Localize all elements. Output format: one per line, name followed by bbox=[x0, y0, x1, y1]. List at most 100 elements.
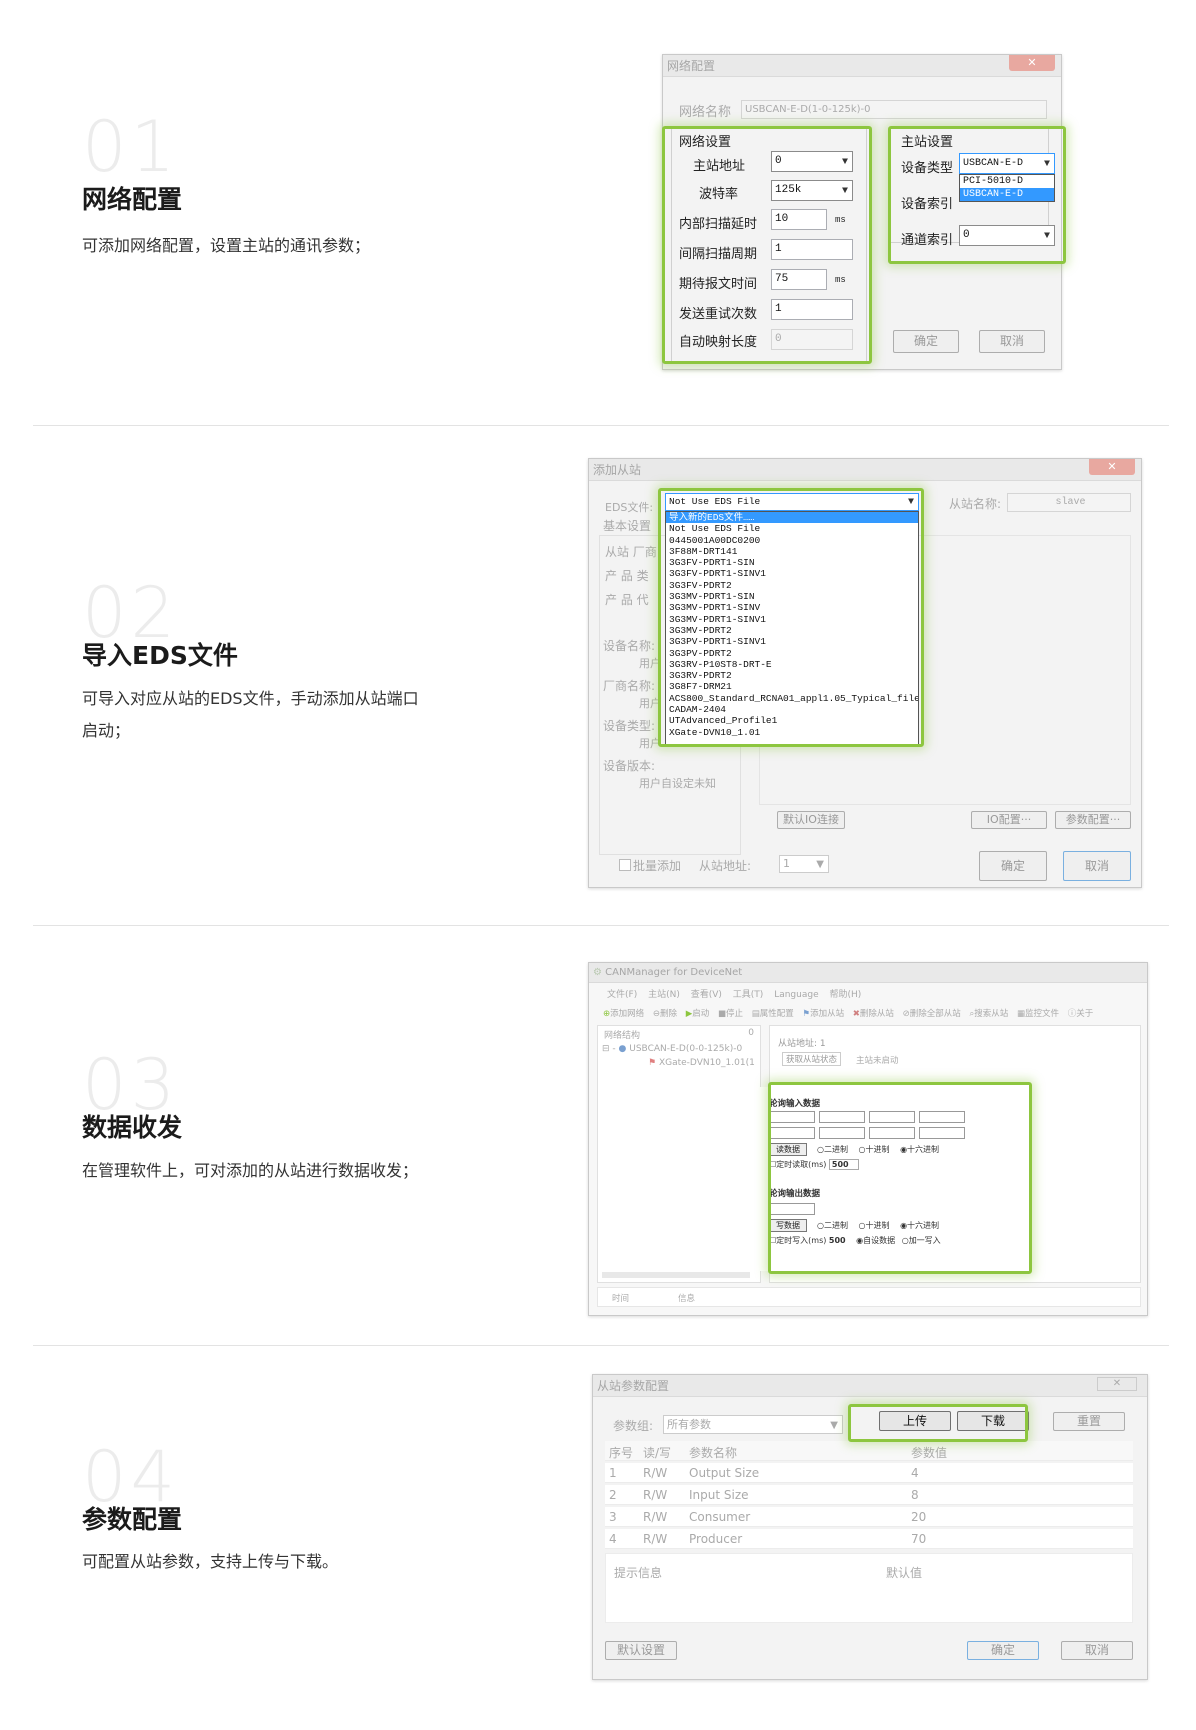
divider bbox=[33, 925, 1169, 926]
close-icon[interactable]: ✕ bbox=[1009, 55, 1055, 71]
reset-button[interactable]: 重置 bbox=[1053, 1412, 1125, 1431]
window-title: 网络配置 bbox=[663, 55, 1061, 77]
menu-item[interactable]: Language bbox=[774, 990, 818, 1000]
toolbar-button[interactable]: 删除全部从站 bbox=[910, 1009, 961, 1019]
section-desc: 可添加网络配置，设置主站的通讯参数； bbox=[82, 236, 371, 255]
toolbar-button[interactable]: 关于 bbox=[1076, 1009, 1093, 1019]
tree-header-number: 0 bbox=[748, 1028, 754, 1038]
divider bbox=[33, 425, 1169, 426]
master-status-text: 主站未启动 bbox=[856, 1056, 899, 1066]
toolbar-button[interactable]: 删除从站 bbox=[860, 1009, 894, 1019]
col-header: 序号 bbox=[609, 1446, 634, 1460]
toolbar-button[interactable]: 监控文件 bbox=[1025, 1009, 1059, 1019]
io-config-button[interactable]: IO配置··· bbox=[971, 811, 1047, 829]
slave-name-input[interactable]: slave bbox=[1007, 493, 1131, 512]
vendor-label: 从站 厂商 bbox=[605, 545, 657, 559]
toolbar-button[interactable]: 添加从站 bbox=[810, 1009, 844, 1019]
toolbar-button[interactable]: 属性配置 bbox=[760, 1009, 794, 1019]
cell-name: Output Size bbox=[689, 1466, 760, 1480]
menu-item[interactable]: 工具(T) bbox=[733, 990, 764, 1000]
ok-button[interactable]: 确定 bbox=[967, 1641, 1039, 1660]
product-type-label: 产 品 类 bbox=[605, 569, 649, 583]
slave-name-label: 从站名称: bbox=[949, 497, 1002, 511]
highlight-frame bbox=[662, 126, 872, 364]
device-version-label: 设备版本: bbox=[603, 759, 656, 773]
vendor-name-label: 厂商名称: bbox=[603, 679, 656, 693]
batch-add-label: 批量添加 bbox=[633, 859, 682, 873]
net-name-label: 网络名称 bbox=[679, 105, 732, 120]
dropdown-arrow-icon: ▼ bbox=[816, 859, 824, 870]
table-header: 序号 读/写 参数名称 参数值 bbox=[605, 1441, 1133, 1461]
cell-rw: R/W bbox=[643, 1510, 668, 1524]
log-time-header: 时间 bbox=[612, 1294, 630, 1304]
table-row[interactable]: 4 R/W Producer 70 bbox=[605, 1529, 1133, 1549]
net-name-input[interactable]: USBCAN-E-D(1-0-125k)-0 bbox=[741, 100, 1047, 119]
cell-no: 2 bbox=[609, 1488, 617, 1502]
section-title: 网络配置 bbox=[82, 185, 183, 214]
cell-name: Consumer bbox=[689, 1510, 751, 1524]
eds-label: EDS文件: bbox=[605, 501, 654, 514]
param-group-select[interactable]: 所有参数 ▼ bbox=[663, 1415, 843, 1434]
get-status-button[interactable]: 获取从站状态 bbox=[782, 1052, 842, 1066]
toolbar: ⊕添加网络 ⊖删除 ▶启动 ■停止 ▤属性配置 ⚑添加从站 ✖删除从站 ⊘删除全… bbox=[603, 1007, 1143, 1019]
add-slave-icon: ⚑ bbox=[802, 1009, 811, 1019]
col-header: 参数名称 bbox=[689, 1446, 738, 1460]
table-row[interactable]: 1 R/W Output Size 4 bbox=[605, 1463, 1133, 1483]
ok-button[interactable]: 确定 bbox=[893, 330, 959, 353]
section-title: 数据收发 bbox=[82, 1113, 183, 1142]
close-icon[interactable]: ✕ bbox=[1097, 1377, 1137, 1391]
tree-network-node[interactable]: ⊟ - ● USBCAN-E-D(0-0-125k)-0 bbox=[602, 1044, 742, 1054]
toolbar-button[interactable]: 停止 bbox=[726, 1009, 743, 1019]
toolbar-button[interactable]: 添加网络 bbox=[610, 1009, 644, 1019]
network-icon: ● bbox=[618, 1044, 627, 1054]
slave-addr-text: 从站地址: 1 bbox=[778, 1039, 826, 1049]
toolbar-button[interactable]: 删除 bbox=[660, 1009, 677, 1019]
hint-label: 提示信息 bbox=[614, 1566, 663, 1580]
cell-no: 1 bbox=[609, 1466, 617, 1480]
cell-value: 70 bbox=[911, 1532, 927, 1546]
dropdown-arrow-icon: ▼ bbox=[830, 1420, 838, 1431]
cell-value: 8 bbox=[911, 1488, 919, 1502]
cancel-button[interactable]: 取消 bbox=[979, 330, 1045, 353]
tree-header: 网络结构 bbox=[604, 1031, 641, 1041]
param-config-button[interactable]: 参数配置··· bbox=[1055, 811, 1131, 829]
window-title: 从站参数配置 bbox=[593, 1375, 1147, 1397]
section-desc: 可导入对应从站的EDS文件，手动添加从站端口启动； bbox=[82, 689, 419, 740]
cell-rw: R/W bbox=[643, 1532, 668, 1546]
delete-slave-icon: ✖ bbox=[852, 1009, 860, 1019]
cancel-button[interactable]: 取消 bbox=[1061, 1641, 1133, 1660]
cell-name: Producer bbox=[689, 1532, 743, 1546]
default-io-button[interactable]: 默认IO连接 bbox=[777, 811, 845, 829]
monitor-icon: ▦ bbox=[1016, 1009, 1025, 1019]
tree-slave-node[interactable]: ⚑ XGate-DVN10_1.01(1 bbox=[648, 1058, 755, 1068]
table-row[interactable]: 2 R/W Input Size 8 bbox=[605, 1485, 1133, 1505]
menu-item[interactable]: 文件(F) bbox=[607, 990, 637, 1000]
ok-button[interactable]: 确定 bbox=[979, 851, 1047, 881]
toolbar-button[interactable]: 启动 bbox=[692, 1009, 709, 1019]
section-number: 01 bbox=[82, 106, 180, 188]
default-settings-button[interactable]: 默认设置 bbox=[605, 1641, 677, 1660]
batch-add-checkbox[interactable] bbox=[619, 859, 631, 871]
cell-no: 4 bbox=[609, 1532, 617, 1546]
cell-name: Input Size bbox=[689, 1488, 749, 1502]
menu-item[interactable]: 帮助(H) bbox=[829, 990, 861, 1000]
menu-bar: 文件(F) 主站(N) 查看(V) 工具(T) Language 帮助(H) bbox=[607, 987, 861, 1000]
scrollbar[interactable] bbox=[602, 1272, 750, 1278]
close-icon[interactable]: ✕ bbox=[1089, 459, 1135, 475]
menu-item[interactable]: 主站(N) bbox=[648, 990, 680, 1000]
device-name-label: 设备名称: bbox=[603, 639, 656, 653]
about-icon: ⓘ bbox=[1067, 1009, 1077, 1019]
cell-no: 3 bbox=[609, 1510, 617, 1524]
device-type-label: 设备类型: bbox=[603, 719, 656, 733]
menu-item[interactable]: 查看(V) bbox=[691, 990, 722, 1000]
cancel-button[interactable]: 取消 bbox=[1063, 851, 1131, 881]
toolbar-button[interactable]: 搜索从站 bbox=[974, 1009, 1008, 1019]
cell-value: 4 bbox=[911, 1466, 919, 1480]
highlight-frame bbox=[888, 126, 1066, 264]
table-row[interactable]: 3 R/W Consumer 20 bbox=[605, 1507, 1133, 1527]
user-defined-unknown-text: 用户自设定未知 bbox=[639, 777, 716, 790]
slave-addr-select[interactable]: 1 ▼ bbox=[779, 855, 829, 873]
section-desc: 在管理软件上，可对添加的从站进行数据收发； bbox=[82, 1161, 419, 1180]
delete-icon: ⊖ bbox=[652, 1009, 660, 1019]
window-title: ⚙ CANManager for DeviceNet bbox=[589, 963, 1147, 983]
